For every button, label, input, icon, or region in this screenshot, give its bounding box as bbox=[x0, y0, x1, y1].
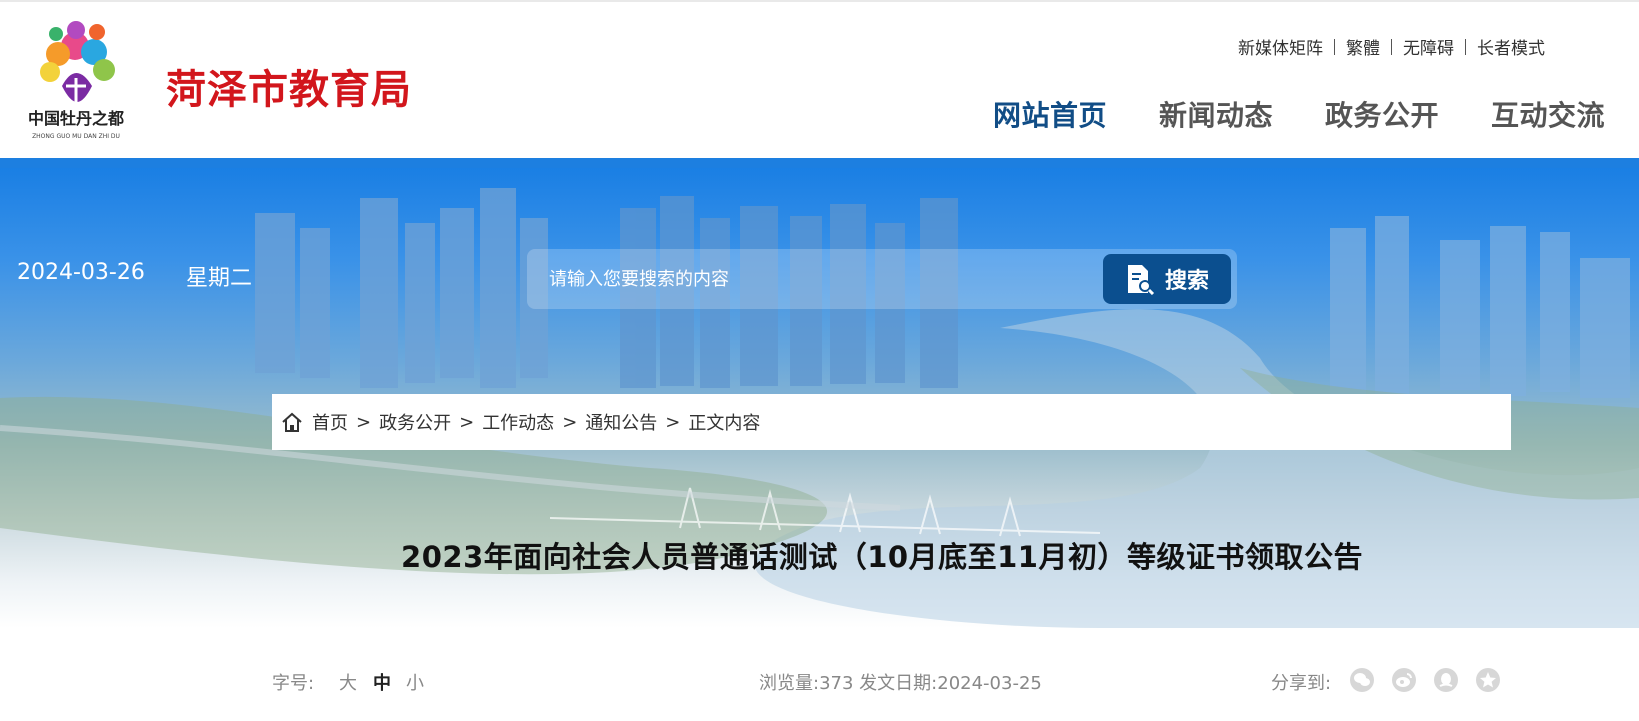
top-link-traditional[interactable]: 繁體 bbox=[1346, 34, 1380, 59]
city-banner: 2024-03-26 星期二 搜索 首页 > 政务公开 > 工作动态 > 通知公… bbox=[0, 168, 1639, 628]
font-size-small[interactable]: 小 bbox=[406, 669, 424, 695]
top-link-accessibility[interactable]: 无障碍 bbox=[1403, 34, 1454, 59]
breadcrumb-separator: > bbox=[665, 411, 681, 433]
wechat-icon[interactable] bbox=[1350, 668, 1374, 692]
font-size-large[interactable]: 大 bbox=[339, 669, 357, 695]
breadcrumb-separator: > bbox=[459, 411, 475, 433]
breadcrumb-notices[interactable]: 通知公告 bbox=[585, 409, 657, 435]
site-header: 中国牡丹之都 ZHONG GUO MU DAN ZHI DU 菏泽市教育局 新媒… bbox=[0, 0, 1639, 160]
logo-caption: ZHONG GUO MU DAN ZHI DU bbox=[32, 133, 120, 140]
views-count: 373 bbox=[819, 673, 854, 694]
article-stats: 浏览量:373 发文日期:2024-03-25 bbox=[759, 669, 1042, 695]
top-link-new-media[interactable]: 新媒体矩阵 bbox=[1238, 34, 1323, 59]
breadcrumb-work-news[interactable]: 工作动态 bbox=[482, 409, 554, 435]
main-nav: 网站首页 新闻动态 政务公开 互动交流 bbox=[941, 94, 1605, 134]
weibo-icon[interactable] bbox=[1392, 668, 1416, 692]
publish-date: 2024-03-25 bbox=[937, 673, 1042, 694]
nav-interaction[interactable]: 互动交流 bbox=[1491, 94, 1605, 134]
breadcrumb-separator: > bbox=[562, 411, 578, 433]
divider bbox=[1391, 38, 1392, 55]
current-weekday: 星期二 bbox=[186, 266, 253, 291]
search-box: 搜索 bbox=[527, 249, 1237, 309]
top-link-elder-mode[interactable]: 长者模式 bbox=[1477, 34, 1545, 59]
breadcrumb: 首页 > 政务公开 > 工作动态 > 通知公告 > 正文内容 bbox=[272, 394, 1511, 450]
search-input[interactable] bbox=[537, 257, 1077, 301]
publish-date-label: 发文日期: bbox=[859, 673, 938, 694]
logo-text: 中国牡丹之都 bbox=[28, 109, 124, 128]
current-date: 2024-03-26 bbox=[17, 260, 145, 285]
site-logo[interactable]: 中国牡丹之都 ZHONG GUO MU DAN ZHI DU bbox=[18, 16, 136, 152]
breadcrumb-government-affairs[interactable]: 政务公开 bbox=[379, 409, 451, 435]
breadcrumb-separator: > bbox=[356, 411, 372, 433]
breadcrumb-home[interactable]: 首页 bbox=[312, 409, 348, 435]
site-name: 菏泽市教育局 bbox=[166, 67, 412, 113]
nav-news[interactable]: 新闻动态 bbox=[1159, 94, 1273, 134]
home-icon[interactable] bbox=[280, 411, 304, 433]
search-button[interactable]: 搜索 bbox=[1103, 254, 1231, 304]
nav-government-affairs[interactable]: 政务公开 bbox=[1325, 94, 1439, 134]
views-label: 浏览量: bbox=[759, 673, 820, 694]
share-label: 分享到: bbox=[1271, 673, 1332, 694]
qq-icon[interactable] bbox=[1434, 668, 1458, 692]
divider bbox=[1334, 38, 1335, 55]
font-size-label: 字号: bbox=[272, 673, 315, 694]
font-size-medium[interactable]: 中 bbox=[373, 669, 391, 695]
article-meta: 字号: 大 中 小 浏览量:373 发文日期:2024-03-25 分享到: bbox=[0, 665, 1639, 695]
search-doc-icon bbox=[1127, 265, 1155, 295]
nav-home[interactable]: 网站首页 bbox=[993, 94, 1107, 134]
header-accent-bar bbox=[0, 158, 1639, 168]
top-links: 新媒体矩阵 繁體 无障碍 长者模式 bbox=[1238, 34, 1545, 59]
qzone-icon[interactable] bbox=[1476, 668, 1500, 692]
search-button-label: 搜索 bbox=[1164, 269, 1209, 294]
breadcrumb-current: 正文内容 bbox=[688, 413, 761, 434]
divider bbox=[1465, 38, 1466, 55]
article-title: 2023年面向社会人员普通话测试（10月底至11月初）等级证书领取公告 bbox=[401, 540, 1363, 574]
